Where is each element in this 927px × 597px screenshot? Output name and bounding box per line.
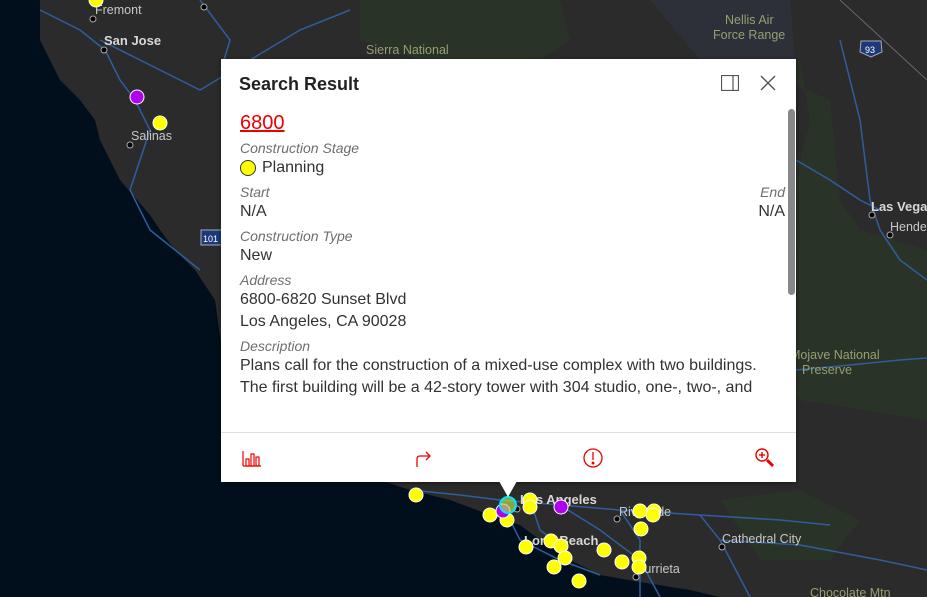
map-label-cathedral-city: Cathedral City	[722, 532, 802, 546]
description-label: Description	[240, 338, 311, 354]
popup-header: Search Result	[221, 59, 796, 109]
project-marker-planning[interactable]	[596, 542, 612, 558]
selected-marker-highlight[interactable]	[499, 496, 517, 514]
zoom-to-icon[interactable]	[754, 447, 776, 469]
address-label: Address	[240, 272, 292, 288]
popup-actions	[221, 432, 796, 483]
construction-type-value: New	[240, 247, 273, 264]
alert-icon[interactable]	[582, 447, 604, 469]
project-marker-planning[interactable]	[408, 487, 424, 503]
project-marker-planning[interactable]	[633, 521, 649, 537]
popup-title: Search Result	[239, 74, 360, 94]
date-row: Start N/A End N/A	[240, 179, 785, 223]
map-label-nellis-2: Force Range	[713, 28, 785, 42]
search-result-popup: Search Result 6800 Construction Stage Pl…	[221, 59, 796, 482]
popup-content: 6800 Construction Stage Planning Start N…	[240, 109, 785, 399]
map-label-salinas: Salinas	[131, 129, 172, 143]
popup-pointer	[499, 481, 517, 497]
svg-text:101: 101	[203, 234, 218, 244]
address-line-1: 6800-6820 Sunset Blvd	[240, 291, 407, 308]
project-marker-planning[interactable]	[571, 573, 587, 589]
start-value: N/A	[240, 203, 267, 220]
map-label-sierra: Sierra National	[366, 43, 449, 57]
address-line-2: Los Angeles, CA 90028	[240, 313, 407, 330]
map-label-mojave-2: Preserve	[802, 363, 852, 377]
project-marker-planning[interactable]	[482, 507, 498, 523]
end-value: N/A	[758, 203, 785, 220]
project-marker-planning[interactable]	[614, 554, 630, 570]
end-label: End	[760, 184, 785, 200]
construction-stage-label: Construction Stage	[240, 140, 360, 156]
project-marker-planning[interactable]	[631, 559, 647, 575]
stage-color-dot-icon	[240, 160, 256, 176]
project-marker-planning[interactable]	[518, 539, 534, 555]
dock-side-icon[interactable]	[720, 74, 740, 92]
map-label-nellis-1: Nellis Air	[725, 13, 774, 27]
project-marker-other[interactable]	[553, 499, 569, 515]
map-label-chocolate-mtn: Chocolate Mtn	[810, 586, 891, 597]
project-marker-other[interactable]	[129, 89, 145, 105]
map-label-fremont: Fremont	[95, 3, 142, 17]
map-label-las-vegas: Las Vega	[871, 199, 927, 214]
feature-title-link[interactable]: 6800	[240, 111, 785, 135]
project-marker-planning[interactable]	[152, 115, 168, 131]
project-marker-planning[interactable]	[632, 503, 648, 519]
chart-icon[interactable]	[241, 447, 263, 469]
project-marker-planning[interactable]	[546, 559, 562, 575]
share-icon[interactable]	[413, 447, 435, 469]
description-line-1: Plans call for the construction of a mix…	[240, 357, 757, 374]
construction-stage-value: Planning	[240, 157, 785, 179]
project-marker-planning[interactable]	[645, 507, 661, 523]
map-label-mojave-1: Mojave National	[790, 348, 880, 362]
popup-scrollbar[interactable]	[788, 109, 795, 295]
map-label-san-jose: San Jose	[104, 33, 161, 48]
construction-type-label: Construction Type	[240, 228, 353, 244]
map-label-henderson: Hende	[890, 220, 927, 234]
project-marker-planning[interactable]	[522, 499, 538, 515]
stage-text: Planning	[262, 159, 325, 176]
highway-shield-101: 101	[200, 229, 223, 246]
start-label: Start	[240, 184, 270, 200]
popup-body[interactable]: 6800 Construction Stage Planning Start N…	[221, 109, 796, 431]
svg-text:93: 93	[865, 45, 875, 55]
close-icon[interactable]	[759, 74, 777, 92]
description-line-2: The first building will be a 42-story to…	[240, 379, 753, 396]
